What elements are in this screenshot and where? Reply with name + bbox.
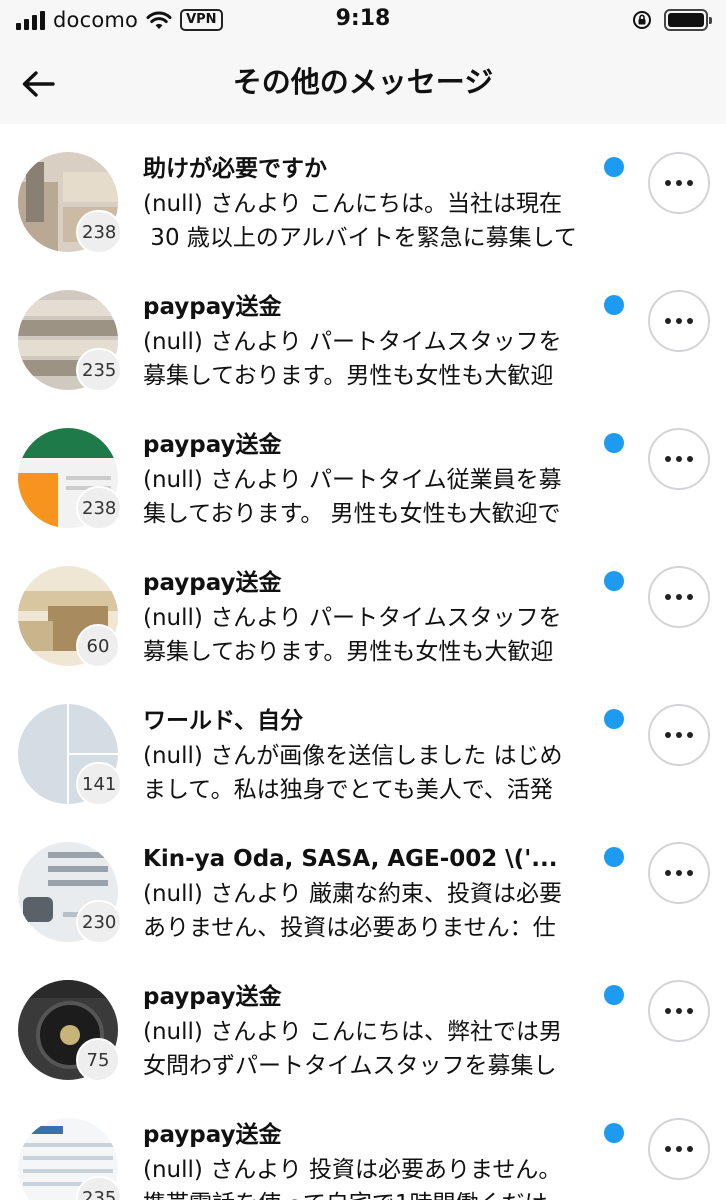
more-options-button[interactable] — [648, 980, 710, 1042]
preview-line: (null) さんより 厳粛な約束、投資は必要 — [143, 881, 563, 907]
unread-dot-icon — [604, 847, 624, 867]
preview-line: (null) さんより パートタイムスタッフを — [143, 329, 562, 355]
preview-line: まして。私は独身でとても美人で、活発 — [143, 777, 553, 803]
thread-title: paypay送金 — [143, 432, 282, 458]
message-thread[interactable]: 238 助けが必要ですか (null) さんより こんにちは。当社は現在 30 … — [0, 124, 726, 262]
more-options-button[interactable] — [648, 428, 710, 490]
preview-line: (null) さんより 投資は必要ありません。 — [143, 1157, 562, 1183]
member-count-badge: 141 — [76, 762, 123, 806]
unread-dot-icon — [604, 709, 624, 729]
more-options-button[interactable] — [648, 566, 710, 628]
preview-line: 集しております。 男性も女性も大歓迎で — [143, 501, 561, 527]
member-count-badge: 235 — [76, 348, 123, 392]
thread-preview: (null) さんより こんにちは。当社は現在 30 歳以上のアルバイトを緊急に… — [143, 187, 605, 255]
thread-title: ワールド、自分 — [143, 708, 304, 734]
preview-line: 募集しております。男性も女性も大歓迎 — [143, 639, 554, 665]
thread-preview: (null) さんより 投資は必要ありません。 携帯電話を使って自宅で1時間働く… — [143, 1153, 605, 1200]
thread-title: paypay送金 — [143, 570, 282, 596]
thread-title: Kin-ya Oda, SASA, AGE-002 \('... — [143, 846, 558, 872]
nav-bar: その他のメッセージ — [0, 44, 726, 124]
status-right — [632, 9, 712, 31]
thread-title: paypay送金 — [143, 294, 282, 320]
preview-line: 携帯電話を使って自宅で1時間働くだけ — [143, 1187, 605, 1200]
orientation-lock-icon — [633, 11, 651, 29]
member-count-badge: 238 — [76, 486, 123, 530]
message-thread[interactable]: 75 paypay送金 (null) さんより こんにちは、弊社では男 女問わず… — [0, 952, 726, 1090]
thread-avatar[interactable]: 238 — [18, 152, 123, 254]
unread-dot-icon — [604, 985, 624, 1005]
more-options-button[interactable] — [648, 1118, 710, 1180]
thread-avatar[interactable]: 60 — [18, 566, 120, 668]
member-count-badge: 75 — [76, 1038, 120, 1082]
status-bar: docomo VPN 9:18 — [0, 0, 726, 44]
thread-avatar[interactable]: 238 — [18, 428, 123, 530]
message-thread[interactable]: 235 paypay送金 (null) さんより パートタイムスタッフを 募集し… — [0, 262, 726, 400]
message-thread[interactable]: 235 paypay送金 (null) さんより 投資は必要ありません。 携帯電… — [0, 1090, 726, 1200]
member-count-badge: 230 — [76, 900, 123, 944]
preview-line: 30 歳以上のアルバイトを緊急に募集して — [143, 225, 577, 251]
battery-icon — [664, 9, 712, 31]
preview-line: (null) さんより パートタイムスタッフを — [143, 605, 562, 631]
message-thread[interactable]: 230 Kin-ya Oda, SASA, AGE-002 \('... (nu… — [0, 814, 726, 952]
thread-preview: (null) さんが画像を送信しました はじめ まして。私は独身でとても美人で、… — [143, 739, 605, 807]
thread-avatar[interactable]: 235 — [18, 290, 123, 392]
member-count-badge: 238 — [76, 210, 123, 254]
preview-line: (null) さんより パートタイム従業員を募 — [143, 467, 562, 493]
preview-line: (null) さんより こんにちは、弊社では男 — [143, 1019, 563, 1045]
thread-avatar[interactable]: 75 — [18, 980, 120, 1082]
unread-dot-icon — [604, 571, 624, 591]
thread-preview: (null) さんより 厳粛な約束、投資は必要 ありません、投資は必要ありません… — [143, 877, 605, 945]
message-thread[interactable]: 60 paypay送金 (null) さんより パートタイムスタッフを 募集して… — [0, 538, 726, 676]
preview-line: ありません、投資は必要ありません：仕 — [143, 915, 556, 941]
message-thread[interactable]: 238 paypay送金 (null) さんより パートタイム従業員を募 集して… — [0, 400, 726, 538]
unread-dot-icon — [604, 1123, 624, 1143]
thread-preview: (null) さんより パートタイムスタッフを 募集しております。男性も女性も大… — [143, 325, 605, 393]
more-options-button[interactable] — [648, 290, 710, 352]
unread-dot-icon — [604, 295, 624, 315]
more-options-button[interactable] — [648, 152, 710, 214]
thread-avatar[interactable]: 230 — [18, 842, 123, 944]
more-options-button[interactable] — [648, 842, 710, 904]
more-options-button[interactable] — [648, 704, 710, 766]
message-thread[interactable]: 141 ワールド、自分 (null) さんが画像を送信しました はじめ まして。… — [0, 676, 726, 814]
thread-title: paypay送金 — [143, 984, 282, 1010]
preview-line: (null) さんが画像を送信しました はじめ — [143, 743, 563, 769]
preview-line: 募集しております。男性も女性も大歓迎 — [143, 363, 554, 389]
member-count-badge: 60 — [76, 624, 120, 668]
thread-title: paypay送金 — [143, 1122, 282, 1148]
page-title: その他のメッセージ — [232, 65, 494, 99]
message-list[interactable]: 238 助けが必要ですか (null) さんより こんにちは。当社は現在 30 … — [0, 124, 726, 1200]
thread-preview: (null) さんより こんにちは、弊社では男 女問わずパートタイムスタッフを募… — [143, 1015, 605, 1083]
thread-avatar[interactable]: 235 — [18, 1118, 123, 1200]
unread-dot-icon — [604, 433, 624, 453]
unread-dot-icon — [604, 157, 624, 177]
thread-preview: (null) さんより パートタイム従業員を募 集しております。 男性も女性も大… — [143, 463, 605, 531]
thread-avatar[interactable]: 141 — [18, 704, 123, 806]
thread-preview: (null) さんより パートタイムスタッフを 募集しております。男性も女性も大… — [143, 601, 605, 669]
thread-title: 助けが必要ですか — [143, 156, 327, 182]
preview-line: 女問わずパートタイムスタッフを募集し — [143, 1053, 557, 1079]
status-time: 9:18 — [335, 6, 391, 31]
preview-line: (null) さんより こんにちは。当社は現在 — [143, 191, 563, 217]
